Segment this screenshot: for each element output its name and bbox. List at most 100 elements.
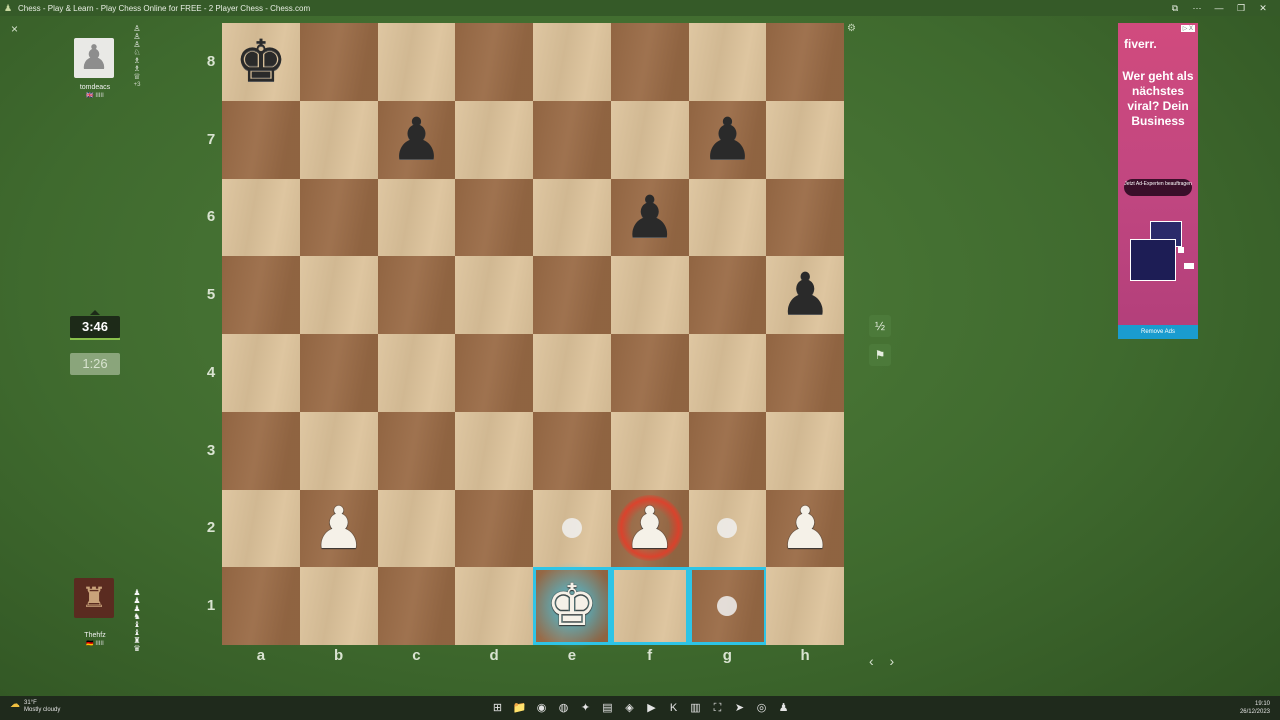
taskbar-app-icon-12[interactable]: ◎ xyxy=(754,701,769,715)
square-h6[interactable] xyxy=(766,178,845,257)
taskbar-app-icon-11[interactable]: ➤ xyxy=(732,701,747,715)
opponent-avatar[interactable]: ♟ xyxy=(74,38,114,78)
rank-label: 4 xyxy=(206,363,216,381)
square-d7[interactable] xyxy=(455,100,534,179)
square-f3[interactable] xyxy=(610,411,689,490)
taskbar-app-icon-13[interactable]: ♟ xyxy=(776,701,791,715)
chess-app-icon: ♟ xyxy=(4,3,13,13)
black-king-a8[interactable]: ♚ xyxy=(222,23,300,101)
square-a3[interactable] xyxy=(222,411,300,490)
weather-widget[interactable]: ☁ 31°F Mostly cloudy xyxy=(10,700,60,714)
rank-label: 8 xyxy=(206,52,216,70)
white-pawn-h2[interactable]: ♟ xyxy=(766,490,844,568)
square-d8[interactable] xyxy=(455,23,534,101)
more-options-icon[interactable]: ⋯ xyxy=(1186,2,1208,14)
square-e5[interactable] xyxy=(533,256,611,335)
opponent-name[interactable]: tomdeacs xyxy=(74,84,116,91)
square-d5[interactable] xyxy=(455,256,534,335)
white-pawn-b2[interactable]: ♟ xyxy=(300,490,378,568)
black-pawn-f6[interactable]: ♟ xyxy=(611,179,689,257)
square-b3[interactable] xyxy=(299,411,378,490)
ad-choices-icon[interactable]: ▷ X xyxy=(1180,25,1195,32)
square-c3[interactable] xyxy=(377,411,456,490)
square-d3[interactable] xyxy=(455,411,534,490)
square-d1[interactable] xyxy=(455,567,534,646)
square-b6[interactable] xyxy=(299,178,378,257)
square-e6[interactable] xyxy=(533,178,611,257)
square-c4[interactable] xyxy=(377,334,456,412)
taskbar-app-icon-9[interactable]: ▥ xyxy=(688,701,703,715)
square-f8[interactable] xyxy=(610,23,689,101)
ad-cta-button[interactable]: Jetzt Ad-Experten beauftragen xyxy=(1124,179,1192,196)
square-b5[interactable] xyxy=(299,256,378,335)
square-b8[interactable] xyxy=(299,23,378,101)
taskbar-app-icon-2[interactable]: ◉ xyxy=(534,701,549,715)
player-name[interactable]: Thehfz xyxy=(74,632,116,639)
close-window-button[interactable]: ✕ xyxy=(1252,2,1274,14)
square-a7[interactable] xyxy=(222,100,300,179)
square-h4[interactable] xyxy=(766,334,845,412)
taskbar-app-icon-0[interactable]: ⊞ xyxy=(490,701,505,715)
taskbar-app-icon-1[interactable]: 📁 xyxy=(512,701,527,715)
minimize-button[interactable]: — xyxy=(1208,2,1230,14)
taskbar-app-icon-10[interactable]: ⛶ xyxy=(710,701,725,715)
black-pawn-h5[interactable]: ♟ xyxy=(766,256,844,334)
square-g5[interactable] xyxy=(688,256,767,335)
square-f7[interactable] xyxy=(610,100,689,179)
system-clock[interactable]: 19:10 26/12/2023 xyxy=(1240,700,1270,716)
taskbar-app-icon-4[interactable]: ✦ xyxy=(578,701,593,715)
square-g8[interactable] xyxy=(688,23,767,101)
square-h8[interactable] xyxy=(766,23,845,101)
resign-flag-icon[interactable]: ⚑ xyxy=(869,344,891,366)
square-d2[interactable] xyxy=(455,489,534,568)
square-a2[interactable] xyxy=(222,489,300,568)
square-c5[interactable] xyxy=(377,256,456,335)
taskbar-app-icon-6[interactable]: ◈ xyxy=(622,701,637,715)
square-g4[interactable] xyxy=(688,334,767,412)
square-b7[interactable] xyxy=(299,100,378,179)
chess-board[interactable]: ♚ ♟ ♟ ♟ ♟ ♟ ♟ ♟ ♚ xyxy=(222,23,845,652)
white-pawn-f2[interactable]: ♟ xyxy=(611,490,689,568)
square-d6[interactable] xyxy=(455,178,534,257)
extensions-icon[interactable]: ⧉ xyxy=(1164,2,1186,14)
square-c6[interactable] xyxy=(377,178,456,257)
black-pawn-g7[interactable]: ♟ xyxy=(689,101,767,179)
advertisement-banner[interactable]: ▷ X fiverr. Wer geht als nächstes viral?… xyxy=(1118,23,1198,339)
taskbar-app-icon-8[interactable]: K xyxy=(666,701,681,715)
square-e8[interactable] xyxy=(533,23,611,101)
taskbar-app-icon-5[interactable]: ▤ xyxy=(600,701,615,715)
square-f1[interactable] xyxy=(610,567,689,646)
black-pawn-c7[interactable]: ♟ xyxy=(378,101,456,179)
square-a6[interactable] xyxy=(222,178,300,257)
board-settings-icon[interactable]: ⚙ xyxy=(847,23,856,34)
remove-ads-button[interactable]: Remove Ads xyxy=(1118,325,1198,339)
square-c1[interactable] xyxy=(377,567,456,646)
square-f4[interactable] xyxy=(610,334,689,412)
square-b4[interactable] xyxy=(299,334,378,412)
close-icon[interactable]: × xyxy=(11,22,18,36)
opponent-rating-marks: IIIII xyxy=(95,93,104,99)
square-f5[interactable] xyxy=(610,256,689,335)
offer-draw-button[interactable]: ½ xyxy=(869,315,891,337)
square-h1[interactable] xyxy=(766,567,845,646)
taskbar-app-icon-7[interactable]: ▶ xyxy=(644,701,659,715)
square-a1[interactable] xyxy=(222,567,300,646)
square-c2[interactable] xyxy=(377,489,456,568)
player-avatar[interactable]: ♜ xyxy=(74,578,114,618)
square-a4[interactable] xyxy=(222,334,300,412)
taskbar-app-icon-3[interactable]: ◍ xyxy=(556,701,571,715)
white-king-e1[interactable]: ♚ xyxy=(533,567,611,645)
square-d4[interactable] xyxy=(455,334,534,412)
square-e4[interactable] xyxy=(533,334,611,412)
square-g3[interactable] xyxy=(688,411,767,490)
square-e3[interactable] xyxy=(533,411,611,490)
square-g6[interactable] xyxy=(688,178,767,257)
square-h3[interactable] xyxy=(766,411,845,490)
square-b1[interactable] xyxy=(299,567,378,646)
square-e7[interactable] xyxy=(533,100,611,179)
square-c8[interactable] xyxy=(377,23,456,101)
square-h7[interactable] xyxy=(766,100,845,179)
square-a5[interactable] xyxy=(222,256,300,335)
move-navigation-arrows[interactable]: ‹ › xyxy=(869,653,900,669)
maximize-button[interactable]: ❐ xyxy=(1230,2,1252,14)
